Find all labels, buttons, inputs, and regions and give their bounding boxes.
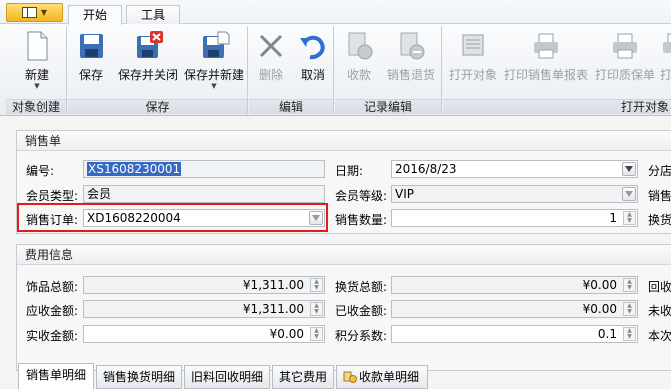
spin-arrows-icon[interactable]: ▲ ▼ [310, 278, 323, 292]
number-field[interactable]: XS1608230001 [83, 160, 325, 178]
tab-receipt-detail[interactable]: 收款单明细 [336, 365, 428, 389]
sales-return-button[interactable]: 销售退货 [383, 30, 439, 90]
group-label: 编辑 [249, 99, 333, 114]
chevron-down-icon[interactable] [622, 187, 636, 201]
receivable-label: 应收金额: [26, 304, 79, 318]
print-sales-report-button[interactable]: 打印销售单报表 [503, 30, 589, 90]
member-type-label: 会员类型: [26, 189, 79, 203]
receivable-field[interactable]: ¥1,311.00 ▲ ▼ [83, 300, 325, 318]
open-object-icon [457, 30, 489, 62]
delete-button[interactable]: 删除 [253, 30, 289, 90]
exchange-total-field[interactable]: ¥0.00 ▲ ▼ [391, 276, 638, 294]
number-label: 编号: [26, 164, 55, 178]
group-label: 打开对象 [443, 99, 671, 114]
points-field[interactable]: 0.1 ▲ ▼ [391, 325, 638, 343]
printer-icon [659, 30, 671, 62]
return-icon [395, 30, 427, 62]
group-edit: 删除 取消 编辑 [249, 26, 334, 114]
new-document-icon [21, 30, 53, 62]
chevron-down-icon: ▼ [40, 8, 48, 17]
collect-button[interactable]: 收款 [341, 30, 377, 90]
chevron-down-icon[interactable] [622, 162, 636, 176]
store-label: 分店 [648, 164, 671, 178]
spin-arrows-icon[interactable]: ▲ ▼ [310, 302, 323, 316]
save-close-icon [132, 30, 164, 62]
collect-payment-icon [343, 30, 375, 62]
received-label: 已收金额: [335, 304, 388, 318]
unreceived-label: 未收 [648, 304, 671, 318]
printer-icon [530, 30, 562, 62]
app-menu-button[interactable]: ▼ [6, 3, 63, 22]
actual-received-field[interactable]: ¥0.00 ▲ ▼ [83, 325, 325, 343]
jewelry-total-field[interactable]: ¥1,311.00 ▲ ▼ [83, 276, 325, 294]
app-window: ▼ 开始 工具 新建 ▼ 对象创建 保存 保存并关闭 保存并新建 ▼ 保存 删除… [0, 0, 671, 389]
save-button[interactable]: 保存 [74, 30, 108, 90]
section-title: 费用信息 [17, 245, 671, 265]
tab-sales-detail[interactable]: 销售单明细 [18, 363, 94, 389]
delete-x-icon [255, 30, 287, 62]
print-more-button[interactable]: 打 [659, 30, 671, 90]
seller-label: 销售 [648, 189, 671, 203]
tab-home[interactable]: 开始 [68, 5, 122, 25]
recycle-label: 回收 [648, 280, 671, 294]
group-label: 记录编辑 [335, 99, 441, 114]
highlight-box [17, 203, 328, 232]
save-new-button[interactable]: 保存并新建 ▼ [182, 30, 246, 90]
member-type-field[interactable]: 会员 [83, 185, 325, 203]
save-new-icon [198, 30, 230, 62]
open-object-button[interactable]: 打开对象 [447, 30, 499, 90]
jewelry-total-label: 饰品总额: [26, 280, 79, 294]
chevron-down-icon: ▼ [34, 82, 40, 90]
date-label: 日期: [335, 164, 364, 178]
this-time-label: 本次 [648, 329, 671, 343]
group-label: 保存 [68, 99, 247, 114]
app-menu-icon [21, 7, 37, 18]
group-save: 保存 保存并关闭 保存并新建 ▼ 保存 [68, 26, 248, 114]
printer-icon [609, 30, 641, 62]
new-button[interactable]: 新建 ▼ [12, 30, 62, 90]
undo-icon [297, 30, 329, 62]
spin-arrows-icon[interactable]: ▲ ▼ [623, 302, 636, 316]
date-field[interactable]: 2016/8/23 [391, 160, 638, 178]
spin-arrows-icon[interactable]: ▲ ▼ [623, 278, 636, 292]
actual-received-label: 实收金额: [26, 329, 79, 343]
spin-arrows-icon[interactable]: ▲ ▼ [623, 211, 636, 225]
tab-tools[interactable]: 工具 [126, 5, 180, 25]
exchange-total-label: 换货总额: [335, 280, 388, 294]
coins-icon [343, 368, 357, 383]
spin-arrows-icon[interactable]: ▲ ▼ [623, 327, 636, 341]
points-label: 积分系数: [335, 329, 388, 343]
floppy-disk-icon [75, 30, 107, 62]
received-field[interactable]: ¥0.00 ▲ ▼ [391, 300, 638, 318]
ribbon: 新建 ▼ 对象创建 保存 保存并关闭 保存并新建 ▼ 保存 删除 取消 编辑 收… [0, 24, 671, 116]
tab-recycle-detail[interactable]: 旧料回收明细 [184, 365, 270, 389]
ribbon-tab-strip: ▼ 开始 工具 [0, 0, 671, 25]
exchange-label: 换货 [648, 213, 671, 227]
cancel-button[interactable]: 取消 [295, 30, 331, 90]
print-warranty-button[interactable]: 打印质保单 [593, 30, 657, 90]
group-label: 对象创建 [6, 99, 66, 114]
qty-stepper[interactable]: 1 ▲ ▼ [391, 209, 638, 227]
tab-other-fees[interactable]: 其它费用 [272, 365, 334, 389]
chevron-down-icon: ▼ [211, 82, 217, 90]
qty-label: 销售数量: [335, 213, 388, 227]
member-level-field[interactable]: VIP [391, 185, 638, 203]
section-title: 销售单 [17, 131, 671, 151]
tab-exchange-detail[interactable]: 销售换货明细 [96, 365, 182, 389]
member-level-label: 会员等级: [335, 189, 388, 203]
group-object-create: 新建 ▼ 对象创建 [6, 26, 67, 114]
spin-arrows-icon[interactable]: ▲ ▼ [310, 327, 323, 341]
group-open-object: 打开对象 打印销售单报表 打印质保单 打 打开对象 [443, 26, 671, 114]
detail-tabs: 销售单明细 销售换货明细 旧料回收明细 其它费用 收款单明细 [16, 363, 671, 389]
group-record-edit: 收款 销售退货 记录编辑 [335, 26, 442, 114]
save-close-button[interactable]: 保存并关闭 [116, 30, 180, 90]
